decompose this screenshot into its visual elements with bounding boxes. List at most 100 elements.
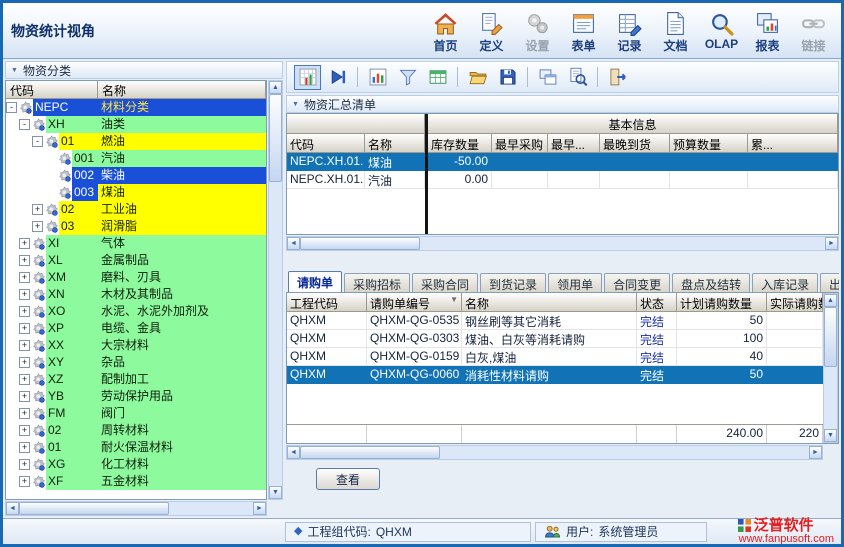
- tree-node-002[interactable]: 002 柴油: [6, 167, 266, 184]
- tree-node-03[interactable]: + 03 润滑脂: [6, 218, 266, 235]
- toolbar-item-report[interactable]: 报表: [748, 11, 787, 54]
- toolbar-item-olap[interactable]: OLAP: [702, 11, 741, 51]
- scroll-up-icon[interactable]: ▲: [269, 81, 282, 94]
- scroll-thumb[interactable]: [300, 446, 440, 459]
- expand-icon[interactable]: +: [19, 340, 30, 351]
- summary-col-header[interactable]: 名称: [365, 134, 425, 153]
- tab-采购招标[interactable]: 采购招标: [344, 273, 410, 292]
- tree-node-01[interactable]: - 01 燃油: [6, 133, 266, 150]
- summary-section-header[interactable]: ▼ 物资汇总清单: [286, 95, 839, 113]
- tree-node-XP[interactable]: + XP 电缆、金具: [6, 320, 266, 337]
- expand-icon[interactable]: +: [19, 357, 30, 368]
- expand-icon[interactable]: +: [19, 374, 30, 385]
- tree-node-01[interactable]: + 01 耐火保温材料: [6, 439, 266, 456]
- tree-vertical-scrollbar[interactable]: ▲ ▼: [268, 80, 283, 500]
- scroll-right-icon[interactable]: ►: [825, 237, 838, 250]
- detail-col-header[interactable]: 名称: [462, 293, 637, 312]
- tree-node-001[interactable]: 001 汽油: [6, 150, 266, 167]
- scroll-left-icon[interactable]: ◄: [287, 446, 300, 459]
- tree-node-YB[interactable]: + YB 劳动保护用品: [6, 388, 266, 405]
- requisition-row[interactable]: QHXMQHXM-QG-0303煤油、白灰等消耗请购完结100: [287, 330, 823, 348]
- tree-node-XY[interactable]: + XY 杂品: [6, 354, 266, 371]
- scroll-up-icon[interactable]: ▲: [824, 294, 837, 307]
- expand-icon[interactable]: +: [19, 323, 30, 334]
- tree-node-XM[interactable]: + XM 磨料、刃具: [6, 269, 266, 286]
- tab-请购单[interactable]: 请购单: [288, 271, 342, 292]
- scroll-thumb[interactable]: [824, 307, 837, 367]
- expand-icon[interactable]: +: [19, 238, 30, 249]
- detail-col-header[interactable]: 状态: [637, 293, 677, 312]
- expand-icon[interactable]: +: [19, 425, 30, 436]
- summary-col-header[interactable]: 最晚到货: [600, 134, 670, 153]
- tab-出库记录[interactable]: 出库记录: [820, 273, 839, 292]
- summary-col-header[interactable]: 预算数量: [670, 134, 748, 153]
- tree-node-XL[interactable]: + XL 金属制品: [6, 252, 266, 269]
- category-panel-header[interactable]: ▼ 物资分类: [5, 61, 283, 79]
- scroll-left-icon[interactable]: ◄: [6, 502, 19, 515]
- scroll-left-icon[interactable]: ◄: [287, 237, 300, 250]
- detail-horizontal-scrollbar[interactable]: ◄ ►: [286, 445, 823, 460]
- grid-toolbar-run[interactable]: [324, 65, 351, 90]
- scroll-down-icon[interactable]: ▼: [824, 429, 837, 442]
- summary-col-header[interactable]: 库存数量: [428, 134, 492, 153]
- expand-icon[interactable]: +: [19, 442, 30, 453]
- detail-col-header[interactable]: 计划请购数量: [677, 293, 767, 312]
- tab-盘点及结转[interactable]: 盘点及结转: [672, 273, 750, 292]
- scroll-thumb[interactable]: [269, 94, 282, 182]
- grid-toolbar-summary-view[interactable]: [294, 65, 321, 90]
- toolbar-item-define[interactable]: 定义: [472, 11, 511, 54]
- summary-col-header[interactable]: 最早...: [548, 134, 600, 153]
- grid-toolbar-chart[interactable]: [364, 65, 391, 90]
- tab-采购合同[interactable]: 采购合同: [412, 273, 478, 292]
- detail-col-header[interactable]: 工程代码: [287, 293, 367, 312]
- collapse-icon[interactable]: -: [32, 136, 43, 147]
- grid-toolbar-exit[interactable]: [604, 65, 631, 90]
- toolbar-item-record[interactable]: 记录: [610, 11, 649, 54]
- expand-icon[interactable]: +: [19, 408, 30, 419]
- tree-node-XN[interactable]: + XN 木材及其制品: [6, 286, 266, 303]
- tree-horizontal-scrollbar[interactable]: ◄ ►: [5, 501, 267, 516]
- expand-icon[interactable]: +: [19, 391, 30, 402]
- requisition-row[interactable]: QHXMQHXM-QG-0060消耗性材料请购完结50: [287, 366, 823, 384]
- collapse-icon[interactable]: -: [19, 119, 30, 130]
- toolbar-item-home[interactable]: 首页: [426, 11, 465, 54]
- detail-vertical-scrollbar[interactable]: ▲ ▼: [823, 293, 838, 443]
- tree-node-XF[interactable]: + XF 五金材料: [6, 473, 266, 490]
- tree-node-003[interactable]: 003 煤油: [6, 184, 266, 201]
- requisition-row[interactable]: QHXMQHXM-QG-0159白灰,煤油完结40: [287, 348, 823, 366]
- summary-col-header[interactable]: 累...: [748, 134, 838, 153]
- tree-node-XX[interactable]: + XX 大宗材料: [6, 337, 266, 354]
- summary-horizontal-scrollbar[interactable]: ◄ ►: [286, 236, 839, 251]
- scroll-thumb[interactable]: [19, 502, 169, 515]
- tree-node-FM[interactable]: + FM 阀门: [6, 405, 266, 422]
- grid-toolbar-open[interactable]: [464, 65, 491, 90]
- scroll-right-icon[interactable]: ►: [809, 446, 822, 459]
- tab-入库记录[interactable]: 入库记录: [752, 273, 818, 292]
- tree-column-code[interactable]: 代码: [6, 81, 98, 99]
- tree-node-NEPC[interactable]: - NEPC 材料分类: [6, 99, 266, 116]
- collapse-icon[interactable]: -: [6, 102, 17, 113]
- tree-node-02[interactable]: + 02 周转材料: [6, 422, 266, 439]
- grid-toolbar-preview[interactable]: [564, 65, 591, 90]
- tab-到货记录[interactable]: 到货记录: [480, 273, 546, 292]
- tree-node-XO[interactable]: + XO 水泥、水泥外加剂及: [6, 303, 266, 320]
- grid-toolbar-save[interactable]: [494, 65, 521, 90]
- tree-node-XZ[interactable]: + XZ 配制加工: [6, 371, 266, 388]
- tab-领用单[interactable]: 领用单: [548, 273, 602, 292]
- detail-col-header[interactable]: 请购单编号▼: [367, 293, 462, 312]
- expand-icon[interactable]: +: [19, 272, 30, 283]
- expand-icon[interactable]: +: [19, 289, 30, 300]
- tree-node-02[interactable]: + 02 工业油: [6, 201, 266, 218]
- toolbar-item-form[interactable]: 表单: [564, 11, 603, 54]
- expand-icon[interactable]: +: [19, 306, 30, 317]
- scroll-down-icon[interactable]: ▼: [269, 486, 282, 499]
- grid-toolbar-table[interactable]: [424, 65, 451, 90]
- tree-node-XH[interactable]: - XH 油类: [6, 116, 266, 133]
- tree-node-XG[interactable]: + XG 化工材料: [6, 456, 266, 473]
- grid-toolbar-copy-view[interactable]: [534, 65, 561, 90]
- tree-column-name[interactable]: 名称: [98, 81, 266, 99]
- detail-col-header[interactable]: 实际请购数: [767, 293, 823, 312]
- section-splitter[interactable]: [286, 251, 839, 271]
- tree-node-XI[interactable]: + XI 气体: [6, 235, 266, 252]
- expand-icon[interactable]: +: [32, 204, 43, 215]
